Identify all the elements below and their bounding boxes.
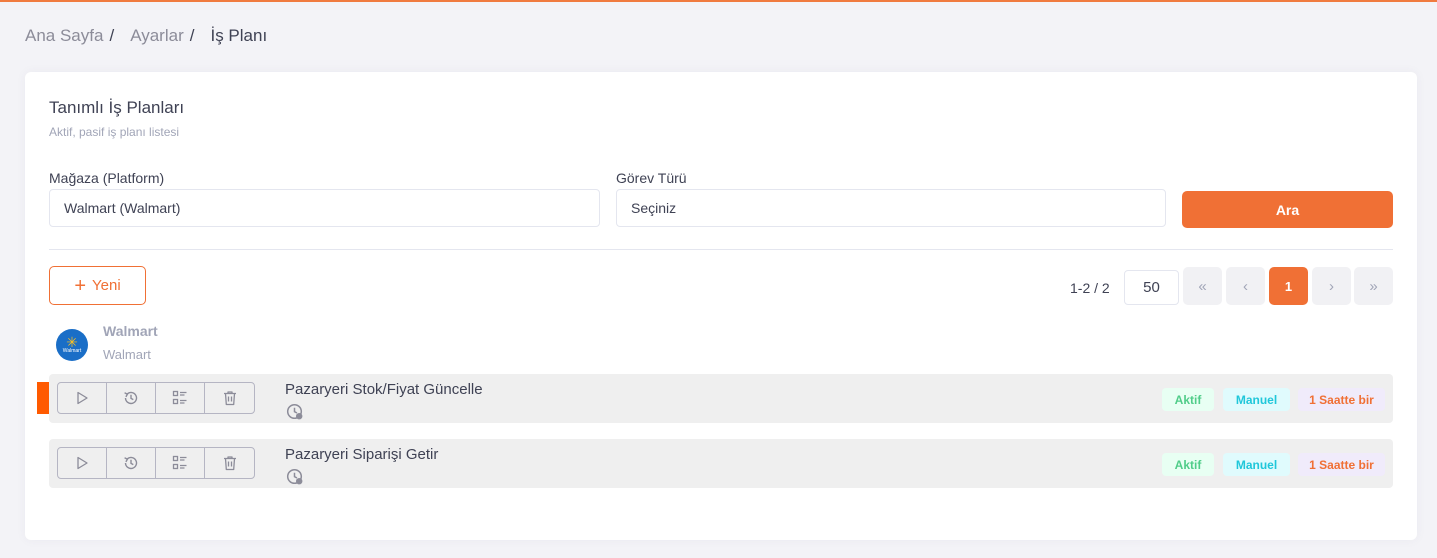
clock-icon (286, 468, 303, 485)
walmart-logo-text: Walmart (62, 347, 82, 354)
period-badge: 1 Saatte bir (1298, 453, 1385, 476)
list-details-icon (172, 390, 187, 405)
breadcrumb-current: İş Planı (210, 26, 268, 45)
store-platform: Walmart (103, 347, 151, 362)
first-page-button[interactable]: « (1183, 267, 1222, 305)
card-title: Tanımlı İş Planları (49, 98, 185, 117)
walmart-spark: ✳ (66, 333, 78, 350)
clock-icon (286, 403, 303, 420)
breadcrumb-home[interactable]: Ana Sayfa (25, 26, 103, 46)
breadcrumb: Ana Sayfa / Ayarlar / İş Planı (25, 26, 267, 46)
status-badge: Aktif (1162, 453, 1214, 476)
trash-icon (223, 391, 236, 406)
store-select[interactable]: Walmart (Walmart) (49, 189, 600, 227)
card-subtitle: Aktif, pasif iş planı listesi (49, 125, 180, 139)
history-button[interactable] (107, 383, 156, 413)
divider (49, 249, 1393, 250)
pager-info: 1-2 / 2 (1070, 280, 1110, 296)
new-button-label: Yeni (92, 277, 121, 294)
new-button[interactable]: + Yeni (49, 266, 146, 305)
top-accent-line (0, 0, 1437, 2)
store-label: Mağaza (Platform) (49, 170, 165, 186)
job-plans-card: Tanımlı İş Planları Aktif, pasif iş plan… (25, 72, 1417, 540)
mode-badge: Manuel (1223, 453, 1290, 476)
breadcrumb-separator: / (189, 26, 195, 45)
page-1-button[interactable]: 1 (1269, 267, 1308, 305)
period-badge: 1 Saatte bir (1298, 388, 1385, 411)
status-badge: Aktif (1162, 388, 1214, 411)
store-name: Walmart (103, 323, 158, 339)
delete-button[interactable] (205, 448, 254, 478)
task-name: Pazaryeri Stok/Fiyat Güncelle (285, 381, 483, 398)
task-name: Pazaryeri Siparişi Getir (285, 446, 439, 463)
mode-badge: Manuel (1223, 388, 1290, 411)
task-type-select[interactable]: Seçiniz (616, 189, 1166, 227)
page-size-select[interactable]: 50 (1124, 270, 1179, 305)
play-icon (77, 391, 88, 405)
task-row[interactable]: Pazaryeri Siparişi Getir Aktif Manuel 1 … (49, 439, 1393, 488)
task-row[interactable]: Pazaryeri Stok/Fiyat Güncelle Aktif Manu… (37, 374, 1393, 423)
plus-icon: + (74, 274, 87, 297)
run-button[interactable] (58, 383, 107, 413)
task-action-group (57, 382, 255, 414)
selected-row-marker (37, 382, 49, 414)
last-page-button[interactable]: » (1354, 267, 1393, 305)
prev-page-button[interactable]: ‹ (1226, 267, 1265, 305)
history-icon (124, 456, 138, 470)
details-button[interactable] (156, 383, 205, 413)
run-button[interactable] (58, 448, 107, 478)
trash-icon (223, 456, 236, 471)
breadcrumb-separator: / (109, 26, 115, 45)
delete-button[interactable] (205, 383, 254, 413)
walmart-logo: ✳ Walmart (56, 329, 88, 361)
next-page-button[interactable]: › (1312, 267, 1351, 305)
task-action-group (57, 447, 255, 479)
history-icon (124, 391, 138, 405)
play-icon (77, 456, 88, 470)
list-details-icon (172, 455, 187, 470)
breadcrumb-settings[interactable]: Ayarlar (130, 26, 184, 46)
details-button[interactable] (156, 448, 205, 478)
search-button[interactable]: Ara (1182, 191, 1393, 228)
history-button[interactable] (107, 448, 156, 478)
task-type-label: Görev Türü (616, 170, 687, 186)
